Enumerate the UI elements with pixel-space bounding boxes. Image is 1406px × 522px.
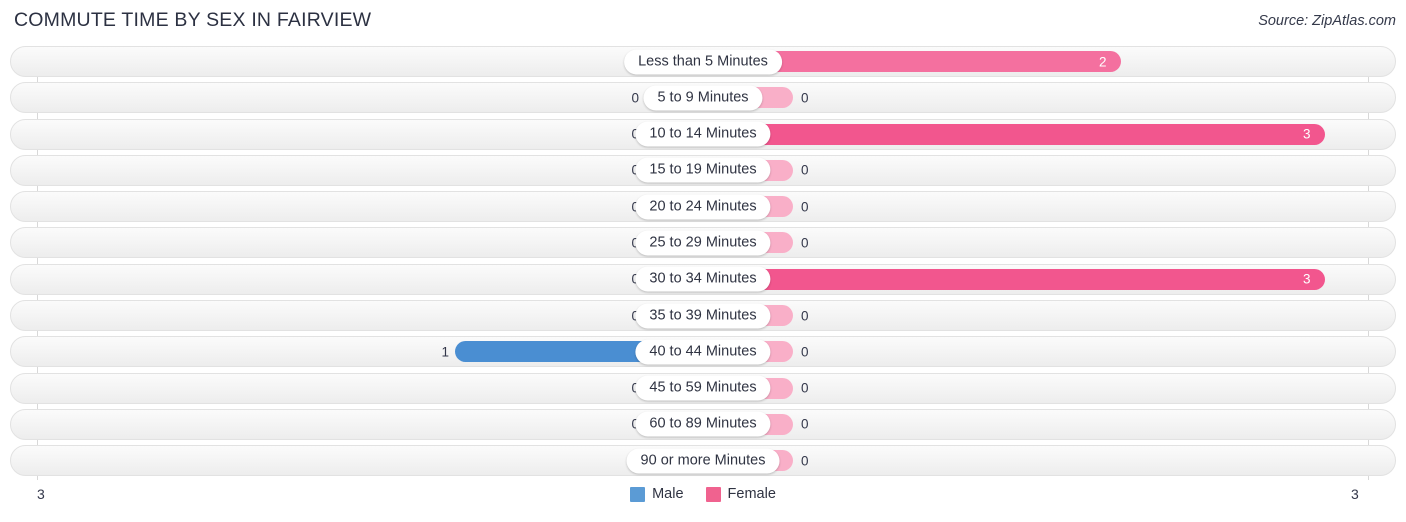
table-row: 1 0 40 to 44 Minutes bbox=[0, 336, 1406, 368]
category-label: 60 to 89 Minutes bbox=[635, 411, 771, 437]
chart-legend: Male Female bbox=[0, 486, 1406, 502]
male-value-label: 0 bbox=[631, 90, 639, 106]
female-value-label: 0 bbox=[801, 308, 809, 324]
legend-item[interactable]: Male bbox=[630, 486, 684, 502]
category-label: 30 to 34 Minutes bbox=[635, 266, 771, 292]
table-row: 0020 to 24 Minutes bbox=[0, 191, 1406, 223]
plot-area: 02Less than 5 Minutes005 to 9 Minutes031… bbox=[0, 46, 1406, 480]
table-row: 02Less than 5 Minutes bbox=[0, 46, 1406, 77]
female-value-label: 3 bbox=[1303, 271, 1311, 287]
female-value-label: 3 bbox=[1303, 126, 1311, 142]
female-value-label: 2 bbox=[1099, 54, 1107, 69]
male-value-label: 1 bbox=[441, 344, 449, 360]
category-label: 10 to 14 Minutes bbox=[635, 121, 771, 147]
source-attribution: Source: ZipAtlas.com bbox=[1258, 13, 1396, 29]
female-value-label: 0 bbox=[801, 344, 809, 360]
category-label: 90 or more Minutes bbox=[626, 448, 780, 474]
female-value-label: 0 bbox=[801, 453, 809, 469]
table-row: 005 to 9 Minutes bbox=[0, 82, 1406, 114]
female-value-label: 0 bbox=[801, 199, 809, 215]
female-value-label: 0 bbox=[801, 416, 809, 432]
category-label: 20 to 24 Minutes bbox=[635, 194, 771, 220]
table-row: 0045 to 59 Minutes bbox=[0, 372, 1406, 404]
commute-time-chart: COMMUTE TIME BY SEX IN FAIRVIEW Source: … bbox=[0, 0, 1406, 522]
female-bar[interactable] bbox=[703, 123, 1325, 145]
female-value-label: 0 bbox=[801, 380, 809, 396]
female-value-label: 0 bbox=[801, 90, 809, 106]
table-row: 0310 to 14 Minutes bbox=[0, 118, 1406, 150]
female-value-label: 0 bbox=[801, 235, 809, 251]
table-row: 0060 to 89 Minutes bbox=[0, 408, 1406, 440]
table-row: 0035 to 39 Minutes bbox=[0, 300, 1406, 332]
chart-header: COMMUTE TIME BY SEX IN FAIRVIEW Source: … bbox=[0, 0, 1406, 44]
chart-footer: 3 3 Male Female bbox=[0, 480, 1406, 522]
bar-rows: 02Less than 5 Minutes005 to 9 Minutes031… bbox=[0, 46, 1406, 482]
category-label: 35 to 39 Minutes bbox=[635, 303, 771, 329]
category-label: Less than 5 Minutes bbox=[624, 49, 782, 74]
female-value-label: 0 bbox=[801, 162, 809, 178]
table-row: 0015 to 19 Minutes bbox=[0, 154, 1406, 186]
category-label: 25 to 29 Minutes bbox=[635, 230, 771, 256]
female-bar[interactable] bbox=[703, 268, 1325, 290]
page-title: COMMUTE TIME BY SEX IN FAIRVIEW bbox=[14, 9, 372, 31]
table-row: 0090 or more Minutes bbox=[0, 445, 1406, 477]
table-row: 0330 to 34 Minutes bbox=[0, 263, 1406, 295]
table-row: 0025 to 29 Minutes bbox=[0, 227, 1406, 259]
category-label: 40 to 44 Minutes bbox=[635, 339, 771, 365]
legend-label: Female bbox=[727, 486, 776, 502]
legend-item[interactable]: Female bbox=[705, 486, 776, 502]
category-label: 45 to 59 Minutes bbox=[635, 375, 771, 401]
category-label: 15 to 19 Minutes bbox=[635, 157, 771, 183]
category-label: 5 to 9 Minutes bbox=[643, 85, 763, 111]
legend-label: Male bbox=[652, 486, 684, 502]
legend-swatch-icon bbox=[630, 486, 646, 502]
legend-swatch-icon bbox=[705, 486, 721, 502]
